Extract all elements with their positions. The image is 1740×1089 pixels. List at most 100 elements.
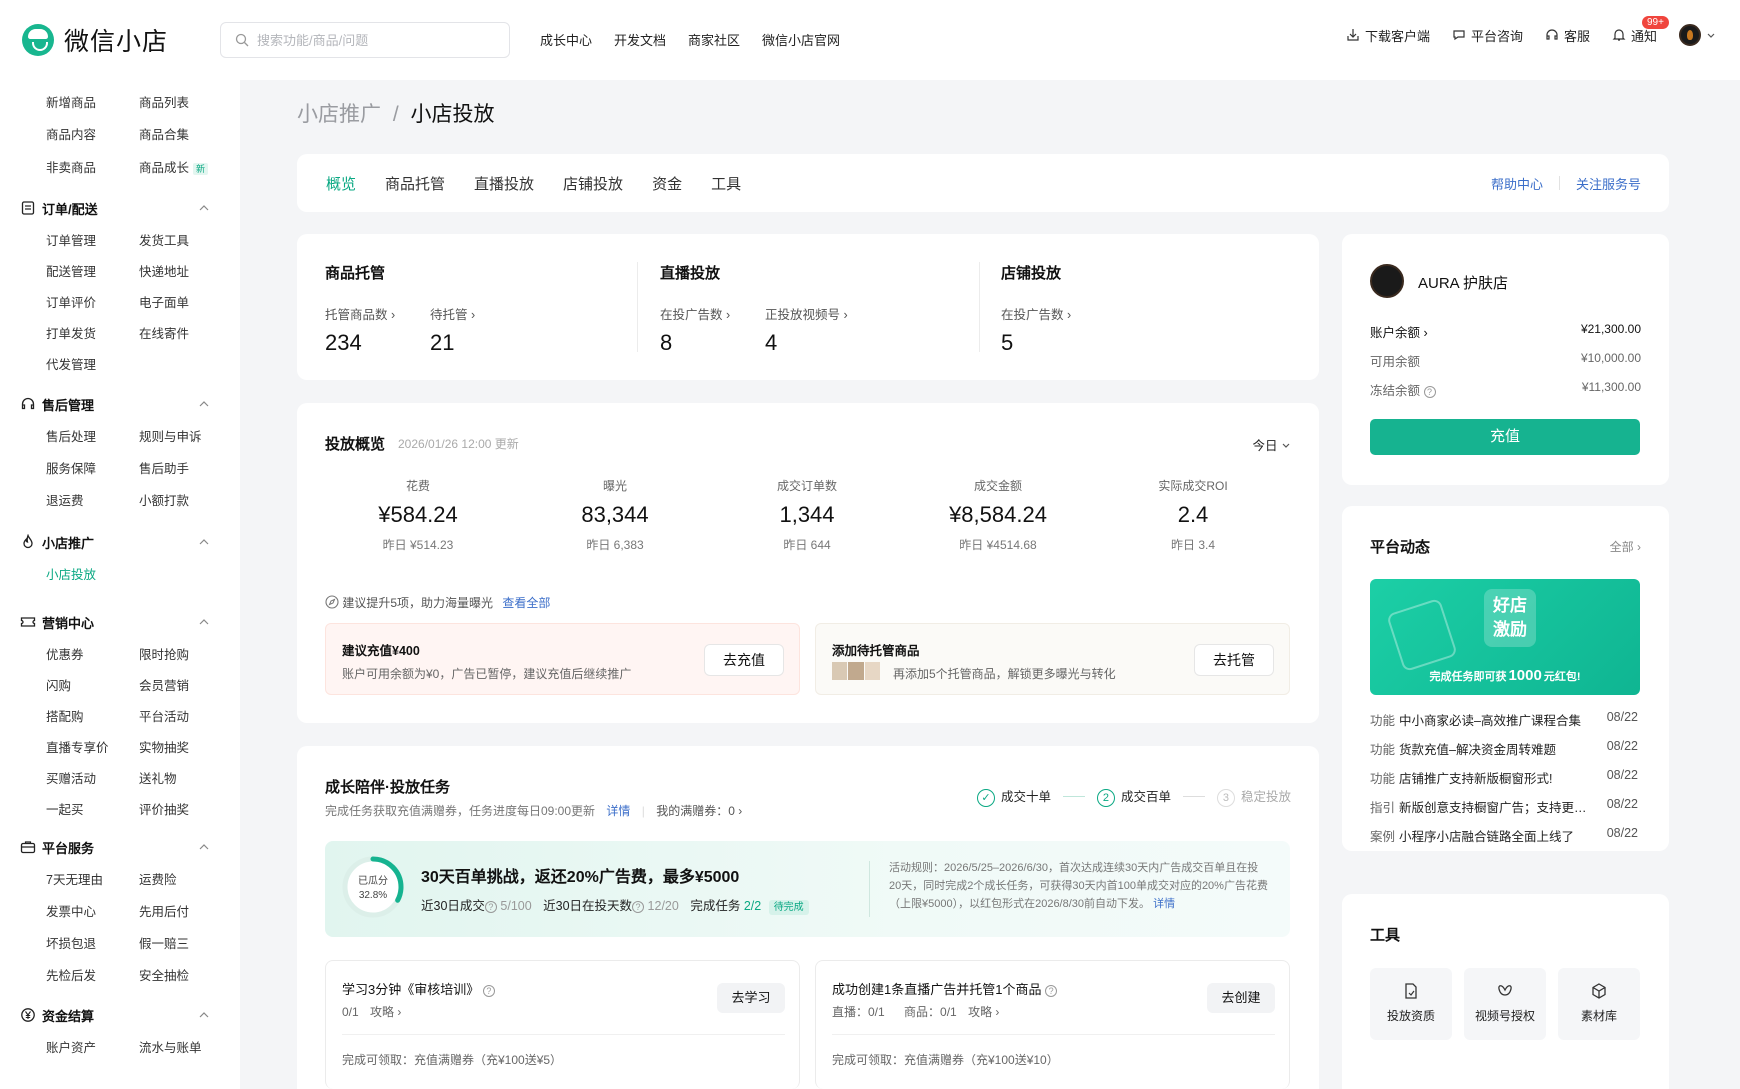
- sidebar-item-product-collection[interactable]: 商品合集: [139, 124, 189, 143]
- sidebar-item-product-content[interactable]: 商品内容: [46, 124, 96, 143]
- sidebar-item-invoice-center[interactable]: 发票中心: [46, 901, 96, 920]
- go-learn-button[interactable]: 去学习: [717, 983, 785, 1013]
- news-item[interactable]: 功能 货款充值–解决资金周转难题 08/22: [1370, 739, 1638, 758]
- nav-growth-center[interactable]: 成长中心: [540, 30, 592, 49]
- sidebar-item-lottery[interactable]: 实物抽奖: [139, 737, 189, 756]
- live-ads-count-link[interactable]: 在投广告数 ›: [660, 304, 730, 323]
- sidebar-item-account-assets[interactable]: 账户资产: [46, 1037, 96, 1056]
- sidebar-section-header[interactable]: 营销中心: [0, 612, 240, 632]
- app-logo[interactable]: 微信小店: [22, 22, 168, 58]
- news-all-link[interactable]: 全部 ›: [1610, 538, 1641, 555]
- help-center-link[interactable]: 帮助中心: [1491, 174, 1543, 193]
- sidebar-item-online-send[interactable]: 在线寄件: [139, 323, 189, 342]
- sidebar-item-live-price[interactable]: 直播专享价: [46, 737, 109, 756]
- tab-funds[interactable]: 资金: [652, 173, 682, 194]
- tab-tools[interactable]: 工具: [711, 173, 741, 194]
- sidebar-item-send-gift[interactable]: 送礼物: [139, 768, 177, 787]
- sidebar-item-damage-return[interactable]: 坏损包退: [46, 933, 96, 952]
- sidebar-item-dropship[interactable]: 代发管理: [46, 354, 96, 373]
- hosting-count-link[interactable]: 托管商品数 ›: [325, 304, 395, 323]
- sidebar-item-fake-compensation[interactable]: 假一赔三: [139, 933, 189, 952]
- sidebar-section-header[interactable]: 小店推广: [0, 532, 240, 552]
- sidebar-item-express-address[interactable]: 快递地址: [139, 261, 189, 280]
- go-recharge-button[interactable]: 去充值: [704, 644, 784, 676]
- sidebar-item-bundle[interactable]: 搭配购: [46, 706, 84, 725]
- news-item[interactable]: 功能 店铺推广支持新版橱窗形式! 08/22: [1370, 768, 1638, 787]
- tool-channel-auth[interactable]: 视频号授权: [1464, 968, 1546, 1040]
- sidebar-item-member-marketing[interactable]: 会员营销: [139, 675, 189, 694]
- sidebar-item-group-buy[interactable]: 一起买: [46, 799, 84, 818]
- sidebar-item-aftersale-handle[interactable]: 售后处理: [46, 426, 96, 445]
- download-client-button[interactable]: 下载客户端: [1346, 26, 1430, 45]
- sidebar-item-quick-buy[interactable]: 闪购: [46, 675, 71, 694]
- sidebar-item-shop-ads[interactable]: 小店投放: [46, 564, 96, 583]
- date-range-select[interactable]: 今日: [1253, 435, 1292, 454]
- view-all-suggestions-link[interactable]: 查看全部: [502, 596, 550, 610]
- help-icon[interactable]: ?: [1423, 386, 1436, 398]
- sidebar-item-shipping-insurance[interactable]: 运费险: [139, 869, 177, 888]
- my-coupons-link[interactable]: 我的满赠券：0 ›: [656, 804, 742, 818]
- breadcrumb-parent[interactable]: 小店推广: [297, 103, 381, 126]
- go-hosting-button[interactable]: 去托管: [1194, 644, 1274, 676]
- sidebar-item-flash-sale[interactable]: 限时抢购: [139, 644, 189, 663]
- user-menu[interactable]: [1679, 24, 1716, 46]
- growth-detail-link[interactable]: 详情: [606, 804, 630, 818]
- sidebar-item-coupon[interactable]: 优惠券: [46, 644, 84, 663]
- recharge-button[interactable]: 充值: [1370, 419, 1640, 455]
- platform-consult-button[interactable]: 平台咨询: [1452, 26, 1523, 45]
- news-item[interactable]: 指引新版创意支持橱窗广告；支持更多样式08/22: [1370, 797, 1638, 816]
- sidebar-item-review-lottery[interactable]: 评价抽奖: [139, 799, 189, 818]
- follow-service-link[interactable]: 关注服务号: [1576, 174, 1641, 193]
- sidebar-item-flow-bill[interactable]: 流水与账单: [139, 1037, 202, 1056]
- sidebar-item-new-product[interactable]: 新增商品: [46, 92, 96, 111]
- help-icon[interactable]: ?: [632, 901, 645, 913]
- sidebar-item-print-ship[interactable]: 打单发货: [46, 323, 96, 342]
- sidebar-item-non-sale[interactable]: 非卖商品: [46, 157, 96, 176]
- sidebar-item-order-review[interactable]: 订单评价: [46, 292, 96, 311]
- nav-dev-docs[interactable]: 开发文档: [614, 30, 666, 49]
- guide-link[interactable]: 攻略 ›: [968, 1005, 999, 1019]
- sidebar-section-header[interactable]: 订单/配送: [0, 198, 240, 218]
- live-channels-link[interactable]: 正投放视频号 ›: [765, 304, 848, 323]
- sidebar-item-product-list[interactable]: 商品列表: [139, 92, 189, 111]
- go-create-button[interactable]: 去创建: [1207, 983, 1275, 1013]
- notification-button[interactable]: 通知 99+: [1612, 15, 1669, 45]
- rules-detail-link[interactable]: 详情: [1153, 898, 1175, 910]
- nav-merchant-community[interactable]: 商家社区: [688, 30, 740, 49]
- sidebar-item-inspect-ship[interactable]: 先检后发: [46, 965, 96, 984]
- tab-shop-ads[interactable]: 店铺投放: [563, 173, 623, 194]
- sidebar-item-order-manage[interactable]: 订单管理: [46, 230, 96, 249]
- sidebar-item-aftersale-assistant[interactable]: 售后助手: [139, 458, 189, 477]
- sidebar-section-header[interactable]: 售后管理: [0, 394, 240, 414]
- sidebar-item-7day-return[interactable]: 7天无理由: [46, 869, 103, 888]
- tab-product-hosting[interactable]: 商品托管: [385, 173, 445, 194]
- tool-asset-library[interactable]: 素材库: [1558, 968, 1640, 1040]
- news-item[interactable]: 案例 小程序小店融合链路全面上线了 08/22: [1370, 826, 1638, 845]
- guide-link[interactable]: 攻略 ›: [370, 1005, 401, 1019]
- sidebar-item-safety-check[interactable]: 安全抽检: [139, 965, 189, 984]
- tab-overview[interactable]: 概览: [326, 173, 356, 194]
- sidebar-item-small-payment[interactable]: 小额打款: [139, 490, 189, 509]
- sidebar-item-product-growth[interactable]: 商品成长新: [139, 157, 209, 176]
- sidebar-section-header[interactable]: 资金结算: [0, 1005, 240, 1025]
- tab-live-ads[interactable]: 直播投放: [474, 173, 534, 194]
- pending-hosting-link[interactable]: 待托管 ›: [430, 304, 475, 323]
- search-box[interactable]: [220, 22, 510, 58]
- sidebar-item-service-guarantee[interactable]: 服务保障: [46, 458, 96, 477]
- account-balance-link[interactable]: 账户余额 ›: [1370, 322, 1428, 341]
- customer-service-button[interactable]: 客服: [1545, 26, 1590, 45]
- sidebar-item-delivery-manage[interactable]: 配送管理: [46, 261, 96, 280]
- sidebar-item-rules-appeal[interactable]: 规则与申诉: [139, 426, 202, 445]
- incentive-banner[interactable]: 好店 激励 完成任务即可获 1000 元红包!: [1370, 579, 1640, 695]
- sidebar-item-buy-gift[interactable]: 买赠活动: [46, 768, 96, 787]
- sidebar-section-header[interactable]: 平台服务: [0, 837, 240, 857]
- help-icon[interactable]: ?: [1045, 985, 1058, 997]
- sidebar-item-e-waybill[interactable]: 电子面单: [139, 292, 189, 311]
- tool-ad-qualification[interactable]: 投放资质: [1370, 968, 1452, 1040]
- nav-official-site[interactable]: 微信小店官网: [762, 30, 840, 49]
- search-input[interactable]: [257, 32, 487, 48]
- help-icon[interactable]: ?: [482, 985, 495, 997]
- help-icon[interactable]: ?: [484, 901, 497, 913]
- sidebar-item-return-shipping[interactable]: 退运费: [46, 490, 84, 509]
- shop-ads-count-link[interactable]: 在投广告数 ›: [1001, 304, 1071, 323]
